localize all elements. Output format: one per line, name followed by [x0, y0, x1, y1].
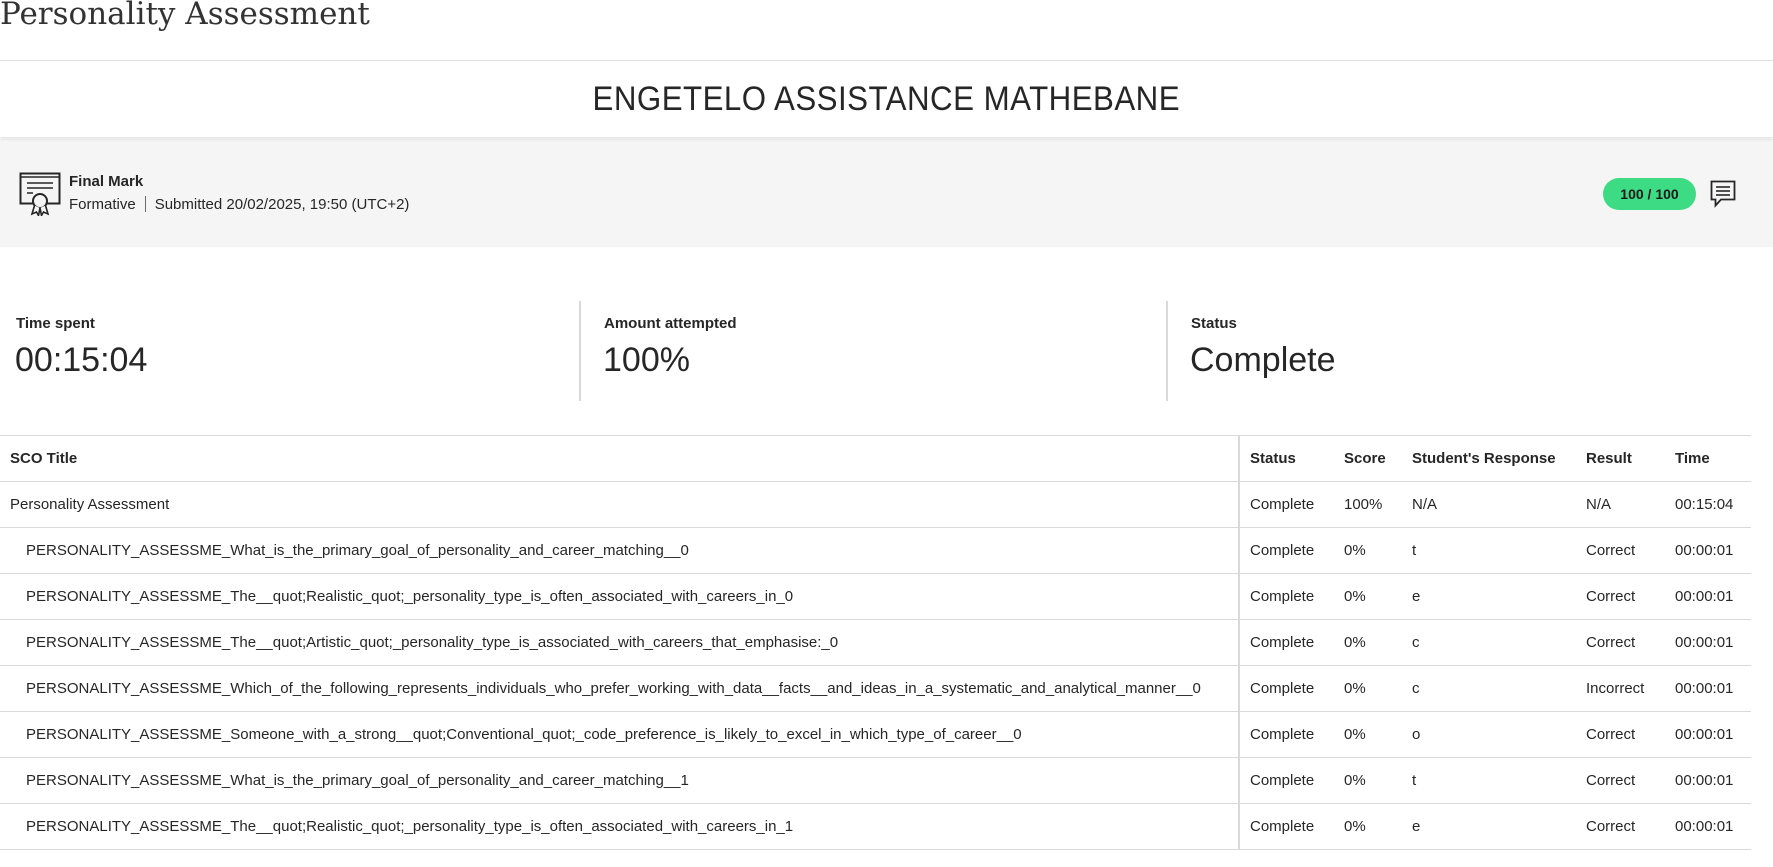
header-result[interactable]: Result: [1576, 435, 1665, 482]
sco-result: Correct: [1576, 711, 1665, 758]
score-badge: 100 / 100: [1603, 178, 1696, 210]
sco-score: 0%: [1334, 573, 1402, 620]
stat-time-spent: Time spent 00:15:04: [0, 301, 580, 401]
table-header-row: SCO Title Status Score Student's Respons…: [0, 435, 1751, 482]
sco-score: 0%: [1334, 665, 1402, 712]
sco-result: N/A: [1576, 481, 1665, 528]
sco-title: PERSONALITY_ASSESSME_The__quot;Artistic_…: [0, 619, 1240, 666]
submitted-date: Submitted 20/02/2025, 19:50 (UTC+2): [154, 196, 410, 213]
stat-divider: [579, 301, 581, 401]
sco-response: e: [1402, 573, 1576, 620]
sco-title: PERSONALITY_ASSESSME_What_is_the_primary…: [0, 527, 1240, 574]
sco-status: Complete: [1239, 665, 1334, 712]
sco-score: 0%: [1334, 711, 1402, 758]
certificate-icon: [19, 172, 61, 216]
sco-response: c: [1402, 665, 1576, 712]
table-row: PERSONALITY_ASSESSME_The__quot;Realistic…: [0, 573, 1751, 620]
sco-title: PERSONALITY_ASSESSME_The__quot;Realistic…: [0, 803, 1240, 850]
stat-value: 100%: [603, 341, 690, 379]
stat-value: 00:15:04: [15, 341, 148, 379]
final-mark-panel: Final Mark Formative Submitted 20/02/2025…: [0, 139, 1773, 247]
sco-time: 00:00:01: [1665, 527, 1751, 574]
sco-result: Correct: [1576, 619, 1665, 666]
sco-result: Correct: [1576, 803, 1665, 850]
sco-response: o: [1402, 711, 1576, 758]
sco-response: N/A: [1402, 481, 1576, 528]
sco-time: 00:00:01: [1665, 665, 1751, 712]
sco-result: Correct: [1576, 757, 1665, 804]
page-title: Personality Assessment: [0, 0, 370, 32]
table-row: PERSONALITY_ASSESSME_What_is_the_primary…: [0, 527, 1751, 574]
stat-value: Complete: [1190, 341, 1336, 379]
attempt-summary: Time spent 00:15:04 Amount attempted 100…: [0, 301, 1773, 401]
sco-time: 00:00:01: [1665, 573, 1751, 620]
table-row: PERSONALITY_ASSESSME_The__quot;Realistic…: [0, 803, 1751, 850]
header-time[interactable]: Time: [1665, 435, 1751, 482]
sco-response: t: [1402, 527, 1576, 574]
sco-results-table: SCO Title Status Score Student's Respons…: [0, 435, 1751, 850]
sco-time: 00:00:01: [1665, 619, 1751, 666]
sco-score: 0%: [1334, 527, 1402, 574]
table-row: PERSONALITY_ASSESSME_The__quot;Artistic_…: [0, 619, 1751, 666]
sco-status: Complete: [1239, 527, 1334, 574]
sco-score: 100%: [1334, 481, 1402, 528]
sco-response: c: [1402, 619, 1576, 666]
header-score[interactable]: Score: [1334, 435, 1402, 482]
sco-time: 00:00:01: [1665, 711, 1751, 758]
sco-result: Incorrect: [1576, 665, 1665, 712]
sco-time: 00:00:01: [1665, 803, 1751, 850]
stat-label: Time spent: [16, 315, 95, 332]
separator: [144, 196, 146, 212]
sco-time: 00:15:04: [1665, 481, 1751, 528]
sco-status: Complete: [1239, 757, 1334, 804]
sco-title: PERSONALITY_ASSESSME_The__quot;Realistic…: [0, 573, 1240, 620]
sco-score: 0%: [1334, 757, 1402, 804]
table-row: Personality Assessment Complete 100% N/A…: [0, 481, 1751, 528]
table-row: PERSONALITY_ASSESSME_Someone_with_a_stro…: [0, 711, 1751, 758]
assessment-type: Formative: [69, 196, 136, 213]
sco-title: PERSONALITY_ASSESSME_Someone_with_a_stro…: [0, 711, 1240, 758]
table-row: PERSONALITY_ASSESSME_Which_of_the_follow…: [0, 665, 1751, 712]
student-name: ENGETELO ASSISTANCE MATHEBANE: [592, 79, 1181, 118]
sco-response: t: [1402, 757, 1576, 804]
sco-score: 0%: [1334, 619, 1402, 666]
sco-status: Complete: [1239, 573, 1334, 620]
sco-status: Complete: [1239, 711, 1334, 758]
sco-time: 00:00:01: [1665, 757, 1751, 804]
sco-title: PERSONALITY_ASSESSME_Which_of_the_follow…: [0, 665, 1240, 712]
stat-divider: [1166, 301, 1168, 401]
sco-result: Correct: [1576, 527, 1665, 574]
header-student-response[interactable]: Student's Response: [1402, 435, 1576, 482]
stat-label: Status: [1191, 315, 1237, 332]
final-mark-title: Final Mark: [69, 173, 144, 190]
sco-status: Complete: [1239, 803, 1334, 850]
sco-status: Complete: [1239, 481, 1334, 528]
sco-result: Correct: [1576, 573, 1665, 620]
header-sco-title[interactable]: SCO Title: [0, 435, 1240, 482]
sco-score: 0%: [1334, 803, 1402, 850]
stat-label: Amount attempted: [604, 315, 737, 332]
header-status[interactable]: Status: [1239, 435, 1334, 482]
stat-amount-attempted: Amount attempted 100%: [588, 301, 1168, 401]
sco-title: Personality Assessment: [0, 481, 1240, 528]
sco-response: e: [1402, 803, 1576, 850]
comment-icon[interactable]: [1710, 180, 1736, 208]
table-row: PERSONALITY_ASSESSME_What_is_the_primary…: [0, 757, 1751, 804]
student-banner: ENGETELO ASSISTANCE MATHEBANE: [0, 61, 1773, 137]
final-mark-details: Formative Submitted 20/02/2025, 19:50 (UT…: [69, 196, 409, 213]
sco-title: PERSONALITY_ASSESSME_What_is_the_primary…: [0, 757, 1240, 804]
stat-status: Status Complete: [1175, 301, 1755, 401]
sco-status: Complete: [1239, 619, 1334, 666]
